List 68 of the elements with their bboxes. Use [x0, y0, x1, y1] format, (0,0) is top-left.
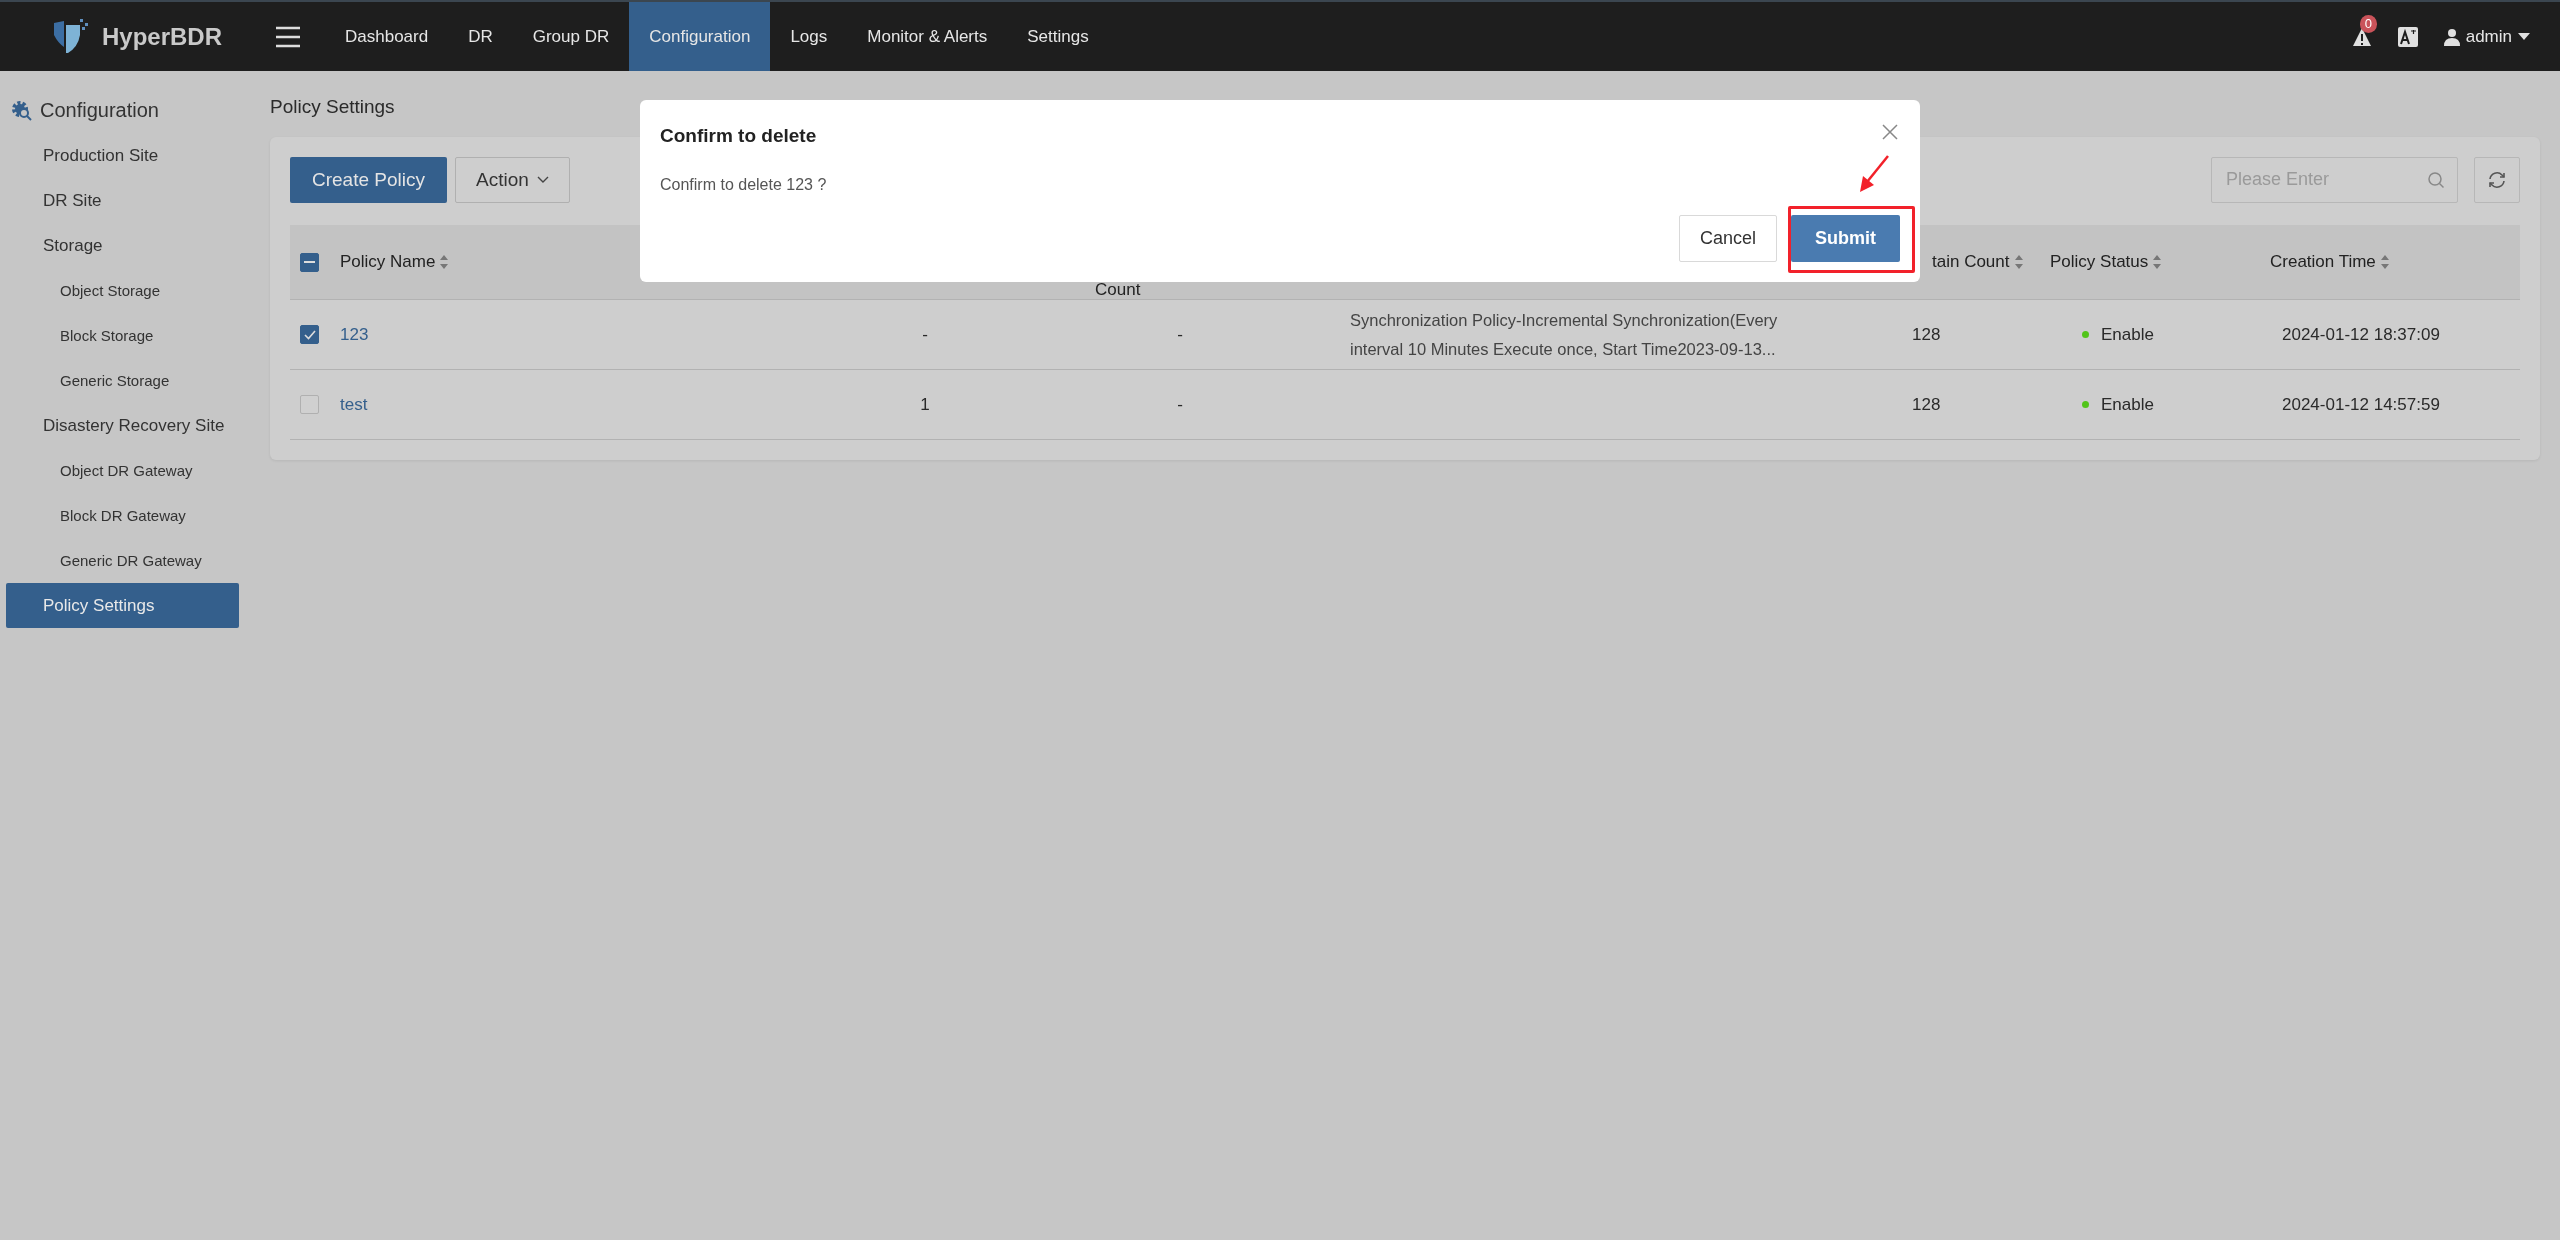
brand-name: HyperBDR	[102, 21, 223, 52]
table-cell: 128	[1912, 324, 1941, 344]
row-checkbox[interactable]	[300, 395, 319, 414]
nav-tab[interactable]: Monitor & Alerts	[847, 2, 1008, 71]
dialog-message: Confirm to delete 123 ?	[660, 174, 827, 195]
table-cell: 2024-01-12 18:37:09	[2282, 324, 2440, 344]
sidebar-item[interactable]: Object Storage	[6, 268, 239, 313]
sidebar-item[interactable]: Policy Settings	[6, 583, 239, 628]
table-cell: -	[1177, 324, 1183, 344]
sidebar-title: Configuration	[40, 98, 159, 123]
sidebar-item[interactable]: Generic DR Gateway	[6, 538, 239, 583]
column-header: tain Count	[1932, 251, 2010, 274]
nav-tab[interactable]: Configuration	[629, 2, 771, 71]
refresh-button[interactable]	[2474, 156, 2520, 203]
sort-icon[interactable]	[2152, 254, 2163, 270]
page-title: Policy Settings	[270, 95, 395, 119]
nav-tab[interactable]: Dashboard	[325, 2, 449, 71]
submit-button[interactable]: Submit	[1791, 215, 1900, 262]
nav-tab[interactable]: DR	[448, 2, 513, 71]
close-icon	[1882, 124, 1898, 140]
table-cell: 1	[920, 394, 930, 414]
nav-tab[interactable]: Settings	[1007, 2, 1109, 71]
refresh-icon	[2487, 169, 2507, 190]
chevron-down-icon	[536, 175, 549, 184]
nav-tab[interactable]: Group DR	[512, 2, 630, 71]
status-text: Enable	[2101, 323, 2154, 346]
status-text: Enable	[2101, 393, 2154, 416]
user-icon	[2443, 27, 2460, 46]
gear-icon	[10, 99, 32, 121]
sidebar-item[interactable]: Block DR Gateway	[6, 493, 239, 538]
table-cell: -	[1177, 394, 1183, 414]
translate-icon[interactable]	[2397, 26, 2418, 47]
column-header: Count	[1095, 279, 1141, 301]
minus-icon	[304, 260, 315, 264]
dialog-title: Confirm to delete	[660, 124, 817, 148]
menu-icon[interactable]	[275, 25, 301, 48]
alert-count-badge: 0	[2359, 14, 2377, 33]
search-icon	[2427, 170, 2445, 189]
check-icon	[303, 329, 316, 340]
column-header: Creation Time	[2270, 251, 2376, 274]
sort-icon[interactable]	[2013, 254, 2024, 270]
close-button[interactable]	[1882, 124, 1898, 140]
caret-icon	[2518, 32, 2530, 41]
table-cell: -	[922, 324, 928, 344]
row-checkbox[interactable]	[300, 325, 319, 344]
nav-tab[interactable]: Logs	[770, 2, 848, 71]
sidebar-item[interactable]: Disastery Recovery Site	[6, 403, 239, 448]
sidebar-item[interactable]: Storage	[6, 223, 239, 268]
table-cell: 128	[1912, 394, 1941, 414]
action-button[interactable]: Action	[455, 156, 570, 203]
table-cell: Synchronization Policy-Incremental Synchronization(Every interval 10 Minutes Execute once, Start Time2023-09-13...	[1350, 310, 1778, 358]
select-all-checkbox[interactable]	[300, 252, 319, 272]
sort-icon[interactable]	[439, 254, 450, 270]
cancel-button[interactable]: Cancel	[1678, 215, 1777, 262]
table-cell: 2024-01-12 14:57:59	[2282, 394, 2440, 414]
column-header: Policy Name	[340, 251, 436, 274]
sidebar-item[interactable]: Generic Storage	[6, 358, 239, 403]
policy-name-link[interactable]: 123	[340, 324, 369, 344]
sidebar-item[interactable]: Block Storage	[6, 313, 239, 358]
user-name: admin	[2465, 25, 2512, 48]
policy-name-link[interactable]: test	[340, 394, 368, 414]
column-header: Policy Status	[2050, 251, 2149, 274]
sidebar-item[interactable]: Production Site	[6, 133, 239, 178]
sort-icon[interactable]	[2379, 254, 2390, 270]
create-policy-button[interactable]: Create Policy	[290, 156, 447, 203]
sidebar-item[interactable]: Object DR Gateway	[6, 448, 239, 493]
user-menu[interactable]: admin	[2443, 23, 2530, 50]
sidebar-item[interactable]: DR Site	[6, 178, 239, 223]
